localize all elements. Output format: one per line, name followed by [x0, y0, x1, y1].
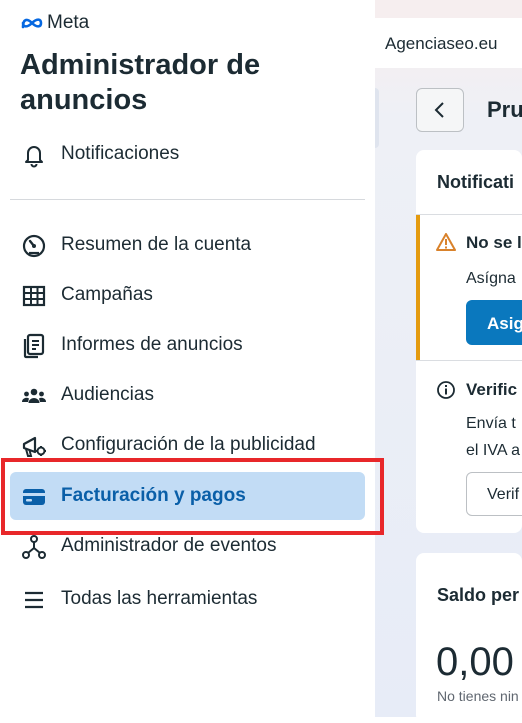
sidebar-item-label: Campañas [61, 284, 153, 305]
events-icon [22, 535, 46, 559]
logo-text: Meta [47, 12, 90, 33]
warning-accent-bar [416, 215, 420, 360]
notification-body: Asígna [466, 270, 516, 287]
sidebar-item-label: Informes de anuncios [61, 334, 243, 355]
meta-logo[interactable]: Meta [20, 12, 89, 34]
bell-icon [25, 146, 43, 168]
sidebar: Meta Administrador de anuncios Notificac… [0, 0, 375, 717]
notification-body-line: el IVA a [466, 442, 520, 459]
highlight-annotation-box [1, 458, 384, 535]
sidebar-item-notifications[interactable]: Notificaciones [10, 130, 365, 178]
balance-note: No tienes nin [437, 688, 519, 704]
megaphone-gear-icon [22, 436, 46, 457]
account-name[interactable]: Agenciaseo.eu [385, 34, 497, 54]
sidebar-item-label: Todas las herramientas [61, 588, 258, 609]
meta-infinity-icon [21, 18, 43, 29]
sidebar-item-label: Administrador de eventos [61, 535, 277, 556]
sidebar-edge [375, 88, 379, 148]
page-title: Pru [487, 97, 522, 122]
sidebar-item-all-tools[interactable]: Todas las herramientas [10, 575, 365, 623]
sidebar-item-label: Resumen de la cuenta [61, 234, 252, 255]
sidebar-item-ad-reports[interactable]: Informes de anuncios [10, 321, 365, 369]
warning-icon [436, 233, 456, 251]
gauge-icon [22, 234, 46, 258]
app-title: Administrador de anuncios [20, 49, 261, 116]
notification-title: No se l [466, 233, 522, 252]
balance-title: Saldo per [437, 585, 520, 605]
notification-body-line: Envía t [466, 415, 516, 432]
sidebar-item-label: Configuración de la publicidad [61, 434, 316, 455]
sidebar-item-label: Audiencias [61, 384, 154, 405]
sidebar-item-label: Notificaciones [61, 143, 180, 164]
chevron-left-icon [434, 102, 444, 118]
notification-title: Verific [466, 380, 518, 399]
divider [416, 360, 522, 361]
verify-button[interactable]: Verif [466, 472, 522, 516]
sidebar-item-audiences[interactable]: Audiencias [10, 371, 365, 419]
table-icon [22, 285, 46, 307]
assign-button[interactable]: Asig [466, 300, 522, 345]
notifications-card-title: Notificati [437, 172, 515, 192]
sidebar-item-campaigns[interactable]: Campañas [10, 271, 365, 319]
sidebar-item-account-overview[interactable]: Resumen de la cuenta [10, 221, 365, 269]
info-icon [437, 381, 455, 399]
balance-amount: 0,00 [436, 640, 514, 684]
back-button[interactable] [416, 88, 464, 132]
people-icon [21, 388, 47, 403]
divider [416, 214, 522, 215]
menu-icon [25, 591, 43, 609]
sidebar-divider [10, 199, 365, 200]
report-icon [23, 333, 45, 359]
